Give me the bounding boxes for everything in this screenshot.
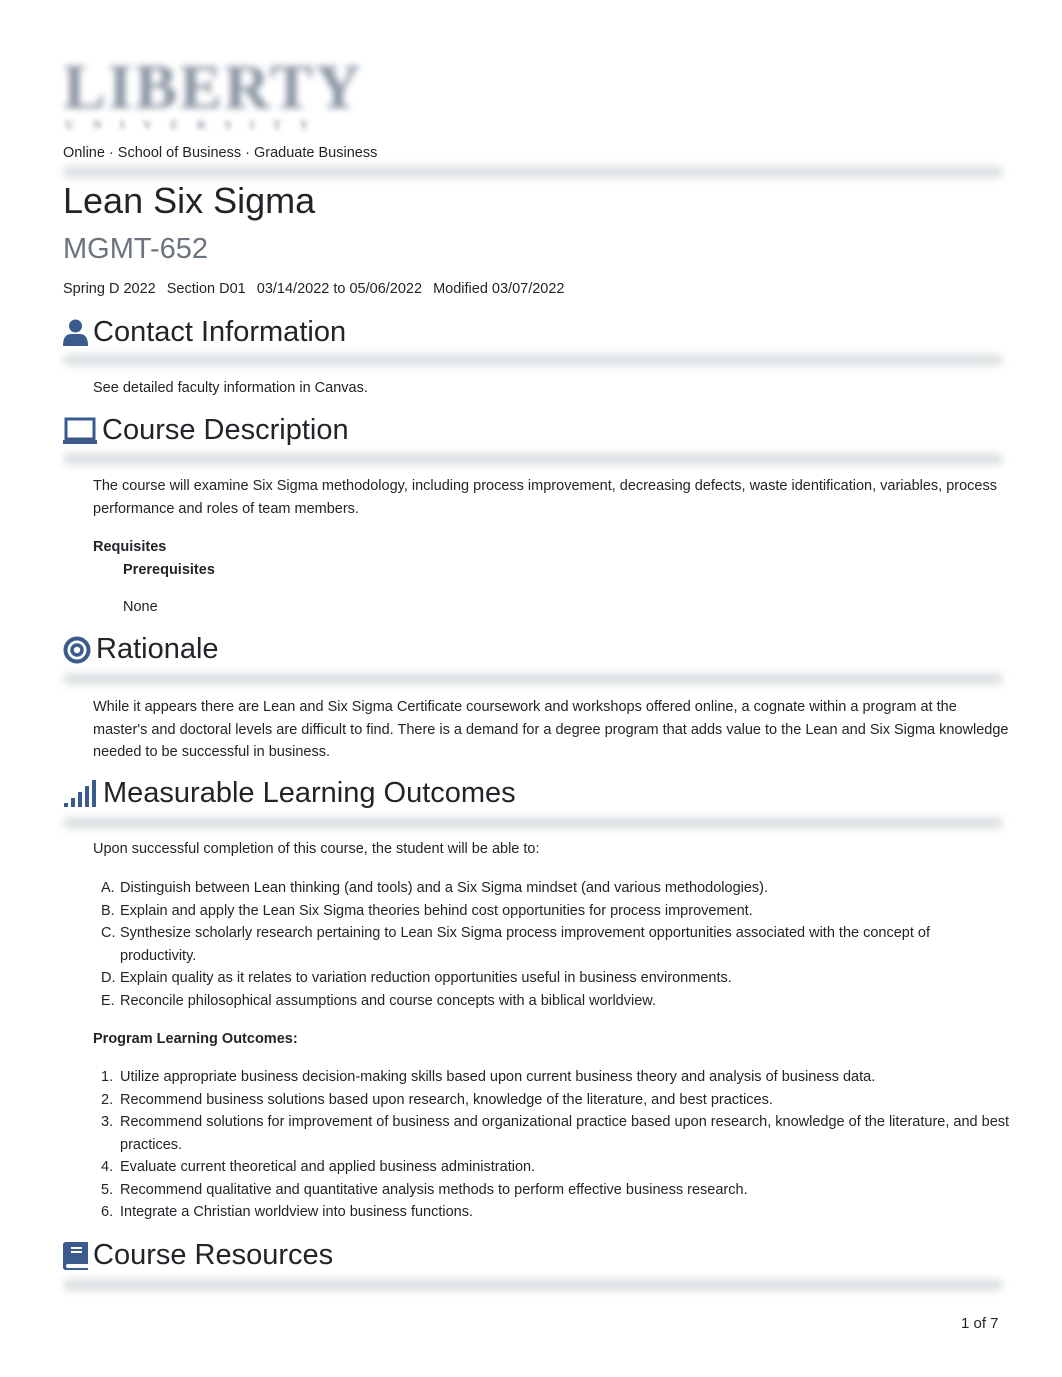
signal-bars-icon [63,779,98,808]
description-text: The course will examine Six Sigma method… [93,478,997,517]
course-term: Spring D 2022 [63,281,156,297]
section-heading-contact: Contact Information [63,316,346,349]
course-modified: Modified 03/07/2022 [433,281,565,297]
divider [63,1279,1003,1291]
list-item: 1. Utilize appropriate business decision-… [101,1069,876,1085]
section-heading-outcomes: Measurable Learning Outcomes [63,777,516,810]
section-heading-description: Course Description [63,414,349,447]
divider [63,166,1003,178]
prerequisites-value: None [123,599,158,615]
page-indicator: 1 of 7 [961,1315,999,1332]
list-item: 4. Evaluate current theoretical and appli… [101,1159,536,1175]
contact-text: See detailed faculty information in Canv… [93,380,368,396]
course-section: Section D01 [166,281,246,297]
section-title: Contact Information [93,316,347,348]
laptop-icon [63,417,97,445]
section-title: Course Resources [93,1239,334,1271]
course-dates: 03/14/2022 to 05/06/2022 [256,281,423,297]
divider [63,354,1003,366]
course-outcomes-list: A. Distinguish between Lean thinking (and… [93,877,1013,1012]
list-item: E. Reconcile philosophical assumptions an… [101,992,656,1009]
list-item: 2. Recommend business solutions based upo… [101,1091,773,1108]
requisites-label: Requisites [93,539,167,555]
divider [63,453,1003,465]
user-icon [63,319,88,347]
outcomes-intro: Upon successful completion of this cours… [93,841,540,857]
course-title: Lean Six Sigma [63,180,316,221]
list-item: B. Explain and apply the Lean Six Sigma t… [101,902,753,919]
divider [63,673,1003,685]
list-item: 6. Integrate a Christian worldview into b… [101,1204,474,1220]
book-icon [63,1241,88,1270]
list-item: 3. Recommend solutions for improvement of… [101,1114,1010,1153]
program-outcomes-label: Program Learning Outcomes: [93,1031,298,1047]
list-item: C. Synthesize scholarly research pertaini… [101,925,931,964]
logo-subtitle: UNIVERSITY [65,117,327,132]
list-item: A. Distinguish between Lean thinking (and… [101,880,769,896]
section-title: Measurable Learning Outcomes [103,777,516,809]
breadcrumb: Online · School of Business · Graduate B… [63,145,378,161]
course-code: MGMT-652 [63,233,209,265]
section-title: Rationale [96,633,219,665]
rationale-text: While it appears there are Lean and Six … [93,699,1009,760]
section-heading-rationale: Rationale [63,633,219,666]
university-logo: LIBERTY UNIVERSITY [63,55,361,140]
list-item: D. Explain quality as it relates to varia… [101,970,732,986]
list-item: 5. Recommend qualitative and quantitative… [101,1181,748,1198]
section-heading-resources: Course Resources [63,1239,333,1272]
program-outcomes-list: 1. Utilize appropriate business decision-… [93,1066,1013,1224]
divider [63,817,1003,829]
logo-wordmark: LIBERTY [63,51,363,122]
course-meta: Spring D 2022 Section D01 03/14/2022 to … [63,281,572,297]
prerequisites-label: Prerequisites [123,562,215,578]
bullseye-icon [63,636,91,664]
section-title: Course Description [102,414,349,446]
